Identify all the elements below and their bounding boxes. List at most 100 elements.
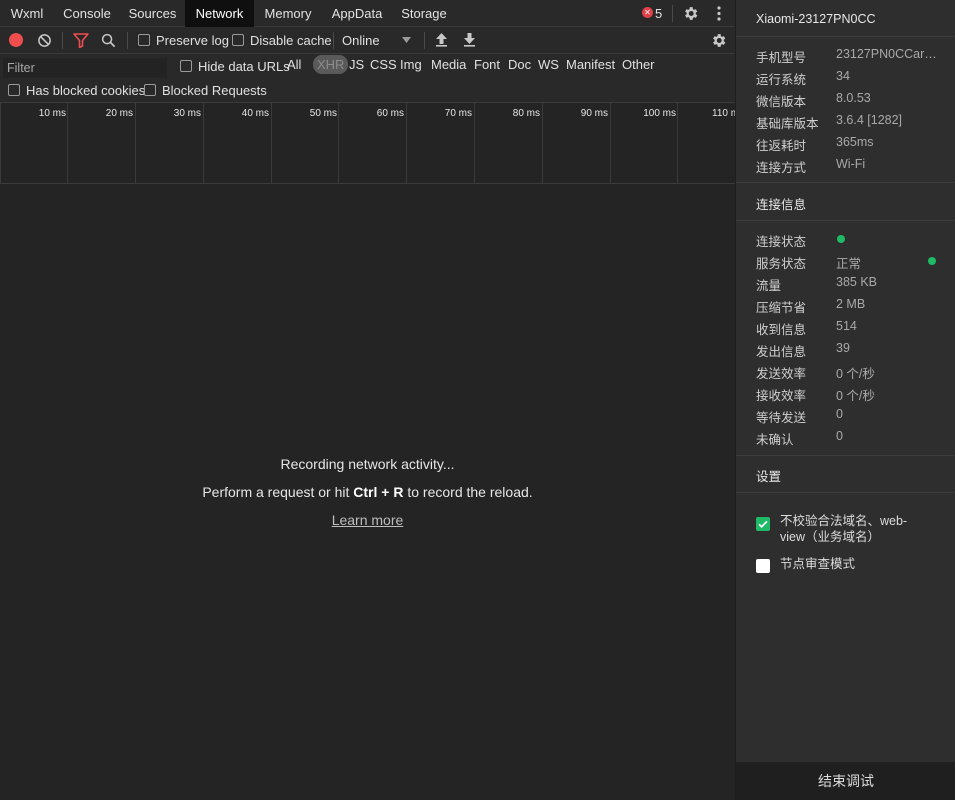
info-row-model: 手机型号 23127PN0CCarm... xyxy=(756,47,946,67)
timeline-column: 90 ms xyxy=(542,103,610,183)
disable-cache-label: Disable cache xyxy=(250,33,332,48)
filter-type-manifest[interactable]: Manifest xyxy=(566,57,615,72)
conn-key: 发出信息 xyxy=(756,345,807,359)
network-settings-gear-icon[interactable] xyxy=(710,32,727,49)
service-status-dot xyxy=(928,257,936,265)
tab-sources[interactable]: Sources xyxy=(120,0,185,27)
conn-value: 39 xyxy=(836,341,850,355)
learn-more-link[interactable]: Learn more xyxy=(332,512,404,528)
network-toolbar: Preserve log Disable cache Online xyxy=(0,27,735,54)
filter-type-xhr[interactable]: XHR xyxy=(313,55,349,74)
filter-type-img[interactable]: Img xyxy=(400,57,422,72)
timeline-tick-label: 90 ms xyxy=(580,108,608,119)
filter-type-doc[interactable]: Doc xyxy=(508,57,531,72)
clear-icon[interactable] xyxy=(37,33,52,48)
conn-key: 流量 xyxy=(756,279,782,293)
timeline-column: 10 ms xyxy=(0,103,68,183)
tab-memory[interactable]: Memory xyxy=(254,0,322,27)
conn-key: 接收效率 xyxy=(756,389,807,403)
conn-row-received: 收到信息 514 xyxy=(756,319,946,339)
skip-domain-check-checkbox[interactable] xyxy=(756,517,770,531)
filter-type-js[interactable]: JS xyxy=(349,57,364,72)
panel-divider xyxy=(736,220,955,221)
filter-type-font[interactable]: Font xyxy=(474,57,500,72)
reload-hint: Perform a request or hit Ctrl + R to rec… xyxy=(0,484,735,500)
timeline-column: 20 ms xyxy=(67,103,135,183)
more-options-icon[interactable] xyxy=(714,5,724,22)
conn-value: 2 MB xyxy=(836,297,866,311)
timeline-tick-label: 70 ms xyxy=(444,108,472,119)
panel-divider xyxy=(736,36,955,37)
info-row-os: 运行系统 34 xyxy=(756,69,946,89)
timeline-column: 100 ms xyxy=(610,103,678,183)
conn-key: 服务状态 xyxy=(756,257,807,271)
timeline-overview[interactable]: 10 ms 20 ms 30 ms 40 ms 50 ms 60 ms 70 m… xyxy=(0,103,735,184)
tab-storage[interactable]: Storage xyxy=(392,0,456,27)
tab-network[interactable]: Network xyxy=(185,0,254,27)
tabbar-divider xyxy=(672,5,673,22)
conn-value: 514 xyxy=(836,319,857,333)
conn-key: 压缩节省 xyxy=(756,301,807,315)
end-debug-button[interactable]: 结束调试 xyxy=(736,762,955,800)
info-row-rtt: 往返耗时 365ms xyxy=(756,135,946,155)
conn-row-service: 服务状态 正常 xyxy=(756,253,946,273)
timeline-column: 50 ms xyxy=(271,103,339,183)
timeline-tick-label: 20 ms xyxy=(105,108,133,119)
timeline-column: 110 ms xyxy=(677,103,735,183)
hide-data-urls-label: Hide data URLs xyxy=(198,59,290,74)
throttle-select[interactable]: Online xyxy=(342,33,380,48)
filter-input[interactable] xyxy=(3,58,167,78)
disable-cache-checkbox[interactable] xyxy=(232,34,244,46)
timeline-tick-label: 100 ms xyxy=(643,108,676,119)
search-icon[interactable] xyxy=(101,33,116,48)
blocked-requests-label: Blocked Requests xyxy=(162,83,267,98)
timeline-tick-label: 80 ms xyxy=(512,108,540,119)
export-har-icon[interactable] xyxy=(463,32,476,47)
info-key: 微信版本 xyxy=(756,95,807,109)
filter-type-media[interactable]: Media xyxy=(431,57,466,72)
info-row-wechat-version: 微信版本 8.0.53 xyxy=(756,91,946,111)
filter-type-all[interactable]: All xyxy=(287,57,301,72)
toolbar-divider xyxy=(424,32,425,49)
conn-key: 收到信息 xyxy=(756,323,807,337)
has-blocked-cookies-checkbox[interactable] xyxy=(8,84,20,96)
timeline-column: 80 ms xyxy=(474,103,542,183)
info-key: 运行系统 xyxy=(756,73,807,87)
node-inspect-checkbox[interactable] xyxy=(756,559,770,573)
blocked-requests-checkbox[interactable] xyxy=(144,84,156,96)
tab-appdata[interactable]: AppData xyxy=(322,0,392,27)
filter-type-ws[interactable]: WS xyxy=(538,57,559,72)
timeline-tick-label: 10 ms xyxy=(38,108,66,119)
filter-type-other[interactable]: Other xyxy=(622,57,655,72)
settings-gear-icon[interactable] xyxy=(682,5,699,22)
import-har-icon[interactable] xyxy=(435,32,448,47)
filter-type-css[interactable]: CSS xyxy=(370,57,397,72)
device-name: Xiaomi-23127PN0CC xyxy=(756,12,876,26)
error-icon[interactable]: ✕ xyxy=(642,7,653,18)
reload-hint-text: Perform a request or hit xyxy=(202,484,354,500)
conn-value: 0 xyxy=(836,407,843,421)
hide-data-urls-checkbox[interactable] xyxy=(180,60,192,72)
conn-key: 连接状态 xyxy=(756,235,807,249)
filter-icon[interactable] xyxy=(73,33,89,48)
chevron-down-icon[interactable] xyxy=(402,37,411,44)
devtools-pane: Wxml Console Sources Network Memory AppD… xyxy=(0,0,735,800)
info-value: 365ms xyxy=(836,135,874,149)
timeline-column: 70 ms xyxy=(406,103,474,183)
info-value: 3.6.4 [1282] xyxy=(836,113,903,127)
learn-more-container: Learn more xyxy=(0,512,735,528)
info-key: 往返耗时 xyxy=(756,139,807,153)
conn-value: 0 xyxy=(836,429,843,443)
timeline-column: 60 ms xyxy=(338,103,406,183)
timeline-column: 40 ms xyxy=(203,103,271,183)
tab-wxml[interactable]: Wxml xyxy=(0,0,54,27)
record-button[interactable] xyxy=(9,33,23,47)
tab-console[interactable]: Console xyxy=(54,0,120,27)
timeline-tick-label: 40 ms xyxy=(241,108,269,119)
conn-value: 385 KB xyxy=(836,275,878,289)
conn-row-send-rate: 发送效率 0 个/秒 xyxy=(756,363,946,383)
error-count[interactable]: 5 xyxy=(655,0,662,27)
preserve-log-checkbox[interactable] xyxy=(138,34,150,46)
timeline-tick-label: 110 ms xyxy=(712,108,735,119)
timeline-tick-label: 60 ms xyxy=(376,108,404,119)
